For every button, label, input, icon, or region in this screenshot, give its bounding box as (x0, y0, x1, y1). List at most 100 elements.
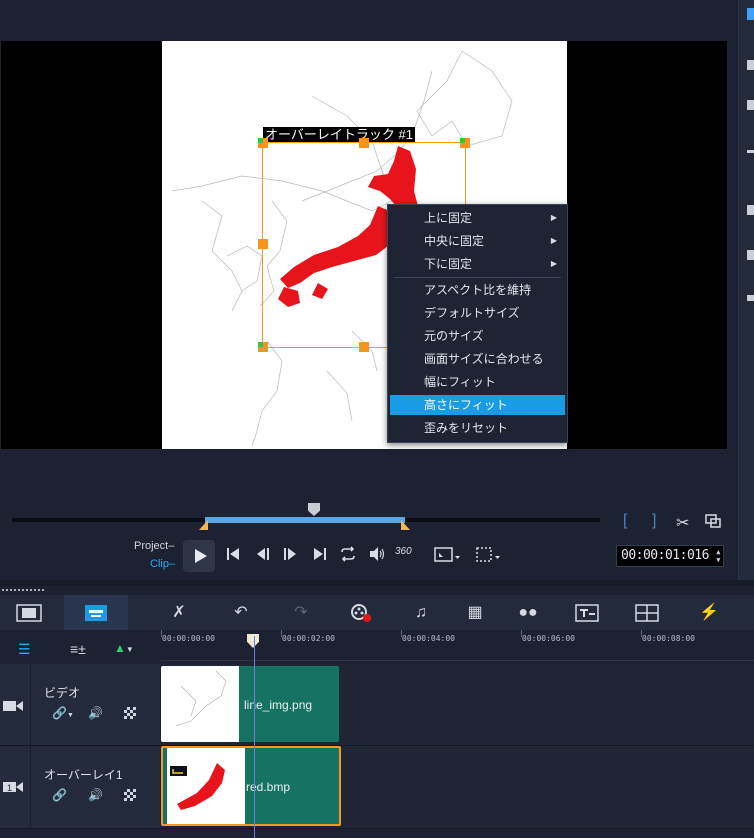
menu-item-label: 高さにフィット (424, 398, 508, 412)
tools-icon[interactable]: ✗ (156, 595, 202, 630)
subtitle-editor-icon[interactable] (564, 595, 610, 630)
menu-item-reset-distortion[interactable]: 歪みをリセット (390, 418, 565, 438)
resize-handle-left[interactable] (258, 239, 268, 249)
multicam-icon[interactable] (624, 595, 670, 630)
resize-handle-top[interactable] (359, 138, 369, 148)
panel-icon-4[interactable] (747, 205, 754, 215)
mute-speaker-icon[interactable]: 🔊 (88, 788, 103, 802)
video-track-lane[interactable]: line_img.png (161, 664, 754, 746)
menu-item-original-size[interactable]: 元のサイズ (390, 326, 565, 346)
menu-item-label: 歪みをリセット (424, 421, 509, 435)
menu-item-fit-screen[interactable]: 画面サイズに合わせる (390, 349, 565, 369)
menu-item-pin-bottom[interactable]: 下に固定 ▶ (390, 254, 565, 274)
menu-item-default-size[interactable]: デフォルトサイズ (390, 303, 565, 323)
menu-item-label: 元のサイズ (424, 329, 484, 343)
ruler-label-6s: 00:00:06:00 (522, 634, 575, 643)
video-track-header: ビデオ 🔗▼ 🔊 (0, 664, 160, 746)
overlay-track-icon-col: 1 (0, 746, 31, 828)
menu-item-pin-center[interactable]: 中央に固定 ▶ (390, 231, 565, 251)
video-clip[interactable]: line_img.png (161, 666, 339, 742)
ruler-label-2s: 00:00:02:00 (282, 634, 335, 643)
timecode-spinner-icon[interactable]: ▲ ▼ (716, 548, 720, 564)
resize-handle-bottom[interactable] (359, 342, 369, 352)
auto-music-icon[interactable]: ▦ (452, 595, 498, 630)
panel-icon-5[interactable] (747, 250, 754, 260)
undo-icon[interactable]: ↶ (218, 595, 264, 630)
resize-handle-bottom-left[interactable] (258, 342, 268, 352)
resize-handle-top-left[interactable] (258, 138, 268, 148)
ripple-edit-icon[interactable]: ▲▼ (114, 641, 134, 655)
video-camera-icon (3, 701, 23, 711)
ruler-label-0: 00:00:00:00 (162, 634, 215, 643)
menu-item-keep-aspect[interactable]: アスペクト比を維持 (390, 280, 565, 300)
track-manager-icon[interactable]: ☰ (18, 641, 31, 658)
menu-item-fit-height[interactable]: 高さにフィット (390, 395, 565, 415)
project-label-text: Project (134, 540, 169, 552)
menu-separator (394, 277, 561, 278)
mute-speaker-icon[interactable]: 🔊 (88, 706, 103, 720)
timeline-view-icon[interactable] (64, 595, 128, 630)
submenu-arrow-icon: ▶ (550, 213, 557, 222)
record-capture-icon[interactable] (338, 595, 384, 630)
menu-item-label: 画面サイズに合わせる (424, 352, 544, 366)
repeat-icon[interactable] (339, 546, 357, 566)
motion-tracking-icon[interactable]: ●● (505, 595, 551, 630)
audio-mixer-icon[interactable]: ♫ (398, 595, 444, 630)
submenu-arrow-icon: ▶ (550, 259, 557, 268)
vr-360-icon[interactable]: 360 (395, 546, 412, 557)
panel-icon-3[interactable] (747, 150, 754, 153)
menu-item-label: 下に固定 (424, 257, 473, 271)
timecode-display[interactable]: 00:00:01:016 ▲ ▼ (616, 545, 724, 567)
next-frame-icon[interactable] (282, 547, 298, 565)
context-menu: 上に固定 ▶ 中央に固定 ▶ 下に固定 ▶ アスペクト比を維持 デフォルトサイズ 元の… (387, 204, 568, 443)
panel-divider[interactable] (0, 580, 754, 586)
add-track-icon[interactable]: ≡± (70, 641, 86, 657)
clip-thumbnail (161, 666, 239, 742)
right-side-panel (738, 0, 754, 580)
menu-item-label: 上に固定 (424, 211, 473, 225)
svg-text:1: 1 (7, 783, 12, 793)
menu-item-fit-width[interactable]: 幅にフィット (390, 372, 565, 392)
project-mode-label[interactable]: Project– (134, 540, 174, 552)
menu-item-label: 幅にフィット (424, 375, 496, 389)
video-track-name: ビデオ (44, 686, 81, 700)
extract-icon[interactable] (705, 514, 721, 528)
resize-handle-top-right[interactable] (460, 138, 470, 148)
safe-area-icon[interactable] (476, 547, 502, 567)
video-track-icon-col (0, 664, 31, 745)
link-icon-disabled[interactable]: 🔗 (52, 788, 67, 802)
link-icon[interactable]: 🔗▼ (52, 706, 74, 720)
panel-icon-2[interactable] (747, 100, 754, 110)
storyboard-view-icon[interactable] (6, 595, 52, 630)
overlay-clip-name: red.bmp (246, 780, 291, 794)
split-clip-scissors-icon[interactable]: ✂ (676, 513, 689, 533)
resize-grip[interactable] (2, 589, 46, 591)
redo-icon[interactable]: ↷ (278, 595, 324, 630)
timeline-toolbar: ✗ ↶ ↷ ♫ ▦ ●● ⚡ (0, 595, 754, 630)
timecode-value: 00:00:01:016 (621, 548, 709, 563)
overlay-track-name: オーバーレイ1 (44, 768, 123, 782)
go-to-end-icon[interactable] (312, 547, 328, 565)
previous-frame-icon[interactable] (255, 547, 271, 565)
panel-icon-1[interactable] (747, 60, 754, 70)
transparency-icon[interactable] (124, 789, 136, 801)
mark-out-button[interactable]: ] (652, 512, 656, 530)
overlay-track-header: 1 オーバーレイ1 🔗 🔊 (0, 746, 160, 829)
submenu-arrow-icon: ▶ (550, 236, 557, 245)
overlay-track-lane[interactable]: red.bmp (161, 746, 754, 829)
overlay-clip-selected[interactable]: red.bmp (161, 746, 341, 826)
menu-item-pin-top[interactable]: 上に固定 ▶ (390, 208, 565, 228)
motion-icon[interactable]: ⚡ (686, 595, 732, 630)
panel-icon-6[interactable] (747, 295, 754, 301)
go-to-start-icon[interactable] (225, 547, 241, 565)
volume-icon[interactable] (368, 546, 386, 566)
panel-tab-icon[interactable] (747, 8, 754, 20)
clip-mode-label[interactable]: Clip– (150, 558, 175, 570)
menu-item-label: アスペクト比を維持 (424, 283, 532, 297)
trim-range (205, 517, 405, 523)
transparency-icon[interactable] (124, 707, 136, 719)
play-button[interactable] (183, 540, 215, 572)
aspect-ratio-icon[interactable] (434, 547, 460, 567)
mark-in-button[interactable]: [ (623, 512, 627, 530)
playhead-line (254, 636, 255, 838)
